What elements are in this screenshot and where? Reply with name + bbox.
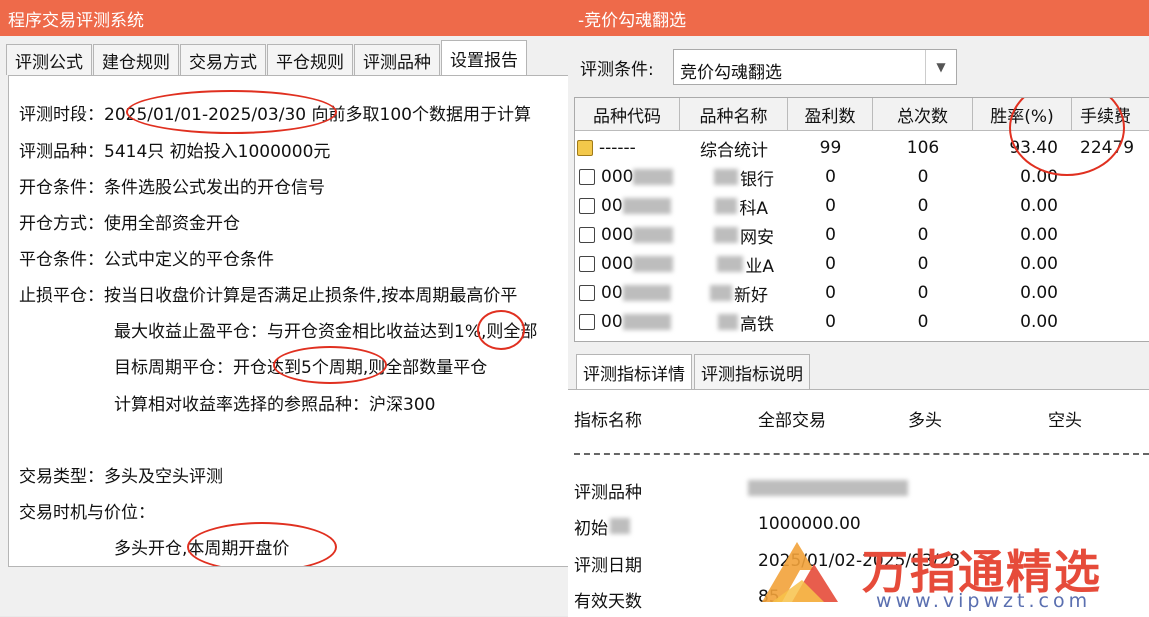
row-name: 综合统计 [700, 140, 768, 161]
detail-label: 有效天数 [574, 592, 642, 612]
row-code: 000 [601, 254, 634, 274]
col-code[interactable]: 品种代码 [575, 98, 680, 130]
left-tab-bar: 评测公式 建仓规则 交易方式 平仓规则 评测品种 设置报告 [6, 40, 528, 75]
detail-label: 评测日期 [574, 556, 642, 576]
col-total[interactable]: 总次数 [873, 98, 973, 130]
line-trade-type: 交易类型：多头及空头评测 [19, 467, 223, 487]
col-name[interactable]: 品种名称 [680, 98, 788, 130]
left-window-title: 程序交易评测系统 [8, 10, 144, 31]
document-icon [579, 256, 595, 272]
strategy-result-window: -竞价勾魂翻选 评测条件: 竞价勾魂翻选 ▼ 品种代码 品种名称 盈利数 总次数… [568, 0, 1149, 617]
row-total: 106 [906, 138, 940, 158]
row-code: 00 [601, 283, 623, 303]
row-name: 网安 [740, 227, 774, 248]
row-rate: 0.00 [1020, 312, 1058, 332]
row-code: 00 [601, 312, 623, 332]
table-row[interactable]: 000 银行 0 0 0.00 [575, 163, 1072, 191]
detail-col-short: 空头 [1048, 411, 1082, 431]
table-row[interactable]: 000 网安 0 0 0.00 [575, 221, 1072, 249]
detail-col-all: 全部交易 [758, 411, 826, 431]
row-code: ------ [599, 138, 636, 158]
chevron-down-icon[interactable]: ▼ [925, 50, 956, 84]
line-stop: 止损平仓：按当日收盘价计算是否满足止损条件,按本周期最高价平 [19, 286, 518, 306]
evaluation-system-window: 程序交易评测系统 评测公式 建仓规则 交易方式 平仓规则 评测品种 设置报告 评… [0, 0, 576, 616]
settings-report-panel: 评测时段：2025/01/01-2025/03/30 向前多取100个数据用于计… [8, 75, 576, 567]
summary-icon [577, 140, 593, 156]
line-reference: 计算相对收益率选择的参照品种：沪深300 [114, 395, 436, 415]
tab-close-rules[interactable]: 平仓规则 [267, 44, 353, 75]
line-timing: 交易时机与价位： [19, 503, 155, 523]
document-icon [579, 314, 595, 330]
detail-label: 初始 [574, 519, 608, 539]
row-rate: 0.00 [1020, 254, 1058, 274]
brand-logo-icon [762, 542, 838, 602]
watermark-url: www.vipwzt.com [876, 590, 1092, 612]
detail-col-name: 指标名称 [574, 411, 642, 431]
row-code: 000 [601, 225, 634, 245]
result-table: 品种代码 品种名称 盈利数 总次数 胜率(%) 手续费 ------ 综合统计 … [574, 97, 1149, 342]
watermark: 万指通精选 www.vipwzt.com [748, 528, 1148, 616]
line-close-cond: 平仓条件：公式中定义的平仓条件 [19, 250, 274, 270]
dashed-divider [574, 453, 1149, 455]
row-name: 业A [745, 256, 774, 277]
table-row[interactable]: 00 科A 0 0 0.00 [575, 192, 1072, 220]
col-profit[interactable]: 盈利数 [788, 98, 873, 130]
row-total: 0 [917, 254, 929, 274]
row-code: 00 [601, 196, 623, 216]
row-name: 银行 [740, 169, 774, 190]
table-row[interactable]: 00 高铁 0 0 0.00 [575, 308, 1072, 336]
tab-metric-details[interactable]: 评测指标详情 [576, 354, 692, 389]
row-profit: 0 [825, 254, 836, 274]
row-profit: 0 [825, 283, 836, 303]
right-title-bar: -竞价勾魂翻选 [568, 0, 1149, 36]
row-code: 000 [601, 167, 634, 187]
row-name: 高铁 [740, 314, 774, 335]
row-profit: 0 [825, 167, 836, 187]
detail-tab-bar: 评测指标详情 评测指标说明 [576, 354, 812, 389]
document-icon [579, 285, 595, 301]
annotation-circle-open-price [187, 522, 337, 566]
table-row[interactable]: 00 新好 0 0 0.00 [575, 279, 1072, 307]
document-icon [579, 169, 595, 185]
right-window-title: -竞价勾魂翻选 [578, 10, 687, 31]
document-icon [579, 227, 595, 243]
tab-formula[interactable]: 评测公式 [6, 44, 92, 75]
row-name: 新好 [734, 285, 768, 306]
tab-settings-report[interactable]: 设置报告 [441, 40, 527, 75]
line-open-cond: 开仓条件：条件选股公式发出的开仓信号 [19, 178, 325, 198]
row-profit: 0 [825, 225, 836, 245]
tab-trade-mode[interactable]: 交易方式 [180, 44, 266, 75]
row-total: 0 [917, 283, 929, 303]
tab-variety[interactable]: 评测品种 [354, 44, 440, 75]
left-title-bar: 程序交易评测系统 [0, 0, 572, 36]
line-open-mode: 开仓方式：使用全部资金开仓 [19, 214, 240, 234]
annotation-circle-periods [273, 346, 387, 384]
row-name: 科A [739, 198, 768, 219]
line-max-profit: 最大收益止盈平仓：与开仓资金相比收益达到1%,则全部 [114, 322, 538, 342]
row-profit: 0 [825, 196, 836, 216]
row-rate: 0.00 [1020, 225, 1058, 245]
row-total: 0 [917, 167, 929, 187]
condition-select[interactable]: 竞价勾魂翻选 ▼ [673, 49, 957, 85]
row-total: 0 [917, 196, 929, 216]
annotation-circle-profit [477, 310, 525, 350]
annotation-circle-period [126, 90, 337, 134]
document-icon [579, 198, 595, 214]
condition-label: 评测条件: [580, 60, 654, 80]
row-profit: 99 [819, 138, 842, 158]
detail-col-long: 多头 [908, 411, 942, 431]
row-total: 0 [917, 312, 929, 332]
tab-open-rules[interactable]: 建仓规则 [93, 44, 179, 75]
detail-label: 评测品种 [574, 483, 642, 503]
row-rate: 0.00 [1020, 196, 1058, 216]
condition-select-value: 竞价勾魂翻选 [680, 63, 782, 83]
tab-metric-description[interactable]: 评测指标说明 [694, 354, 810, 389]
row-total: 0 [917, 225, 929, 245]
table-row[interactable]: 000 业A 0 0 0.00 [575, 250, 1072, 278]
line-variety: 评测品种：5414只 初始投入1000000元 [19, 142, 331, 162]
row-rate: 0.00 [1020, 283, 1058, 303]
row-profit: 0 [825, 312, 836, 332]
